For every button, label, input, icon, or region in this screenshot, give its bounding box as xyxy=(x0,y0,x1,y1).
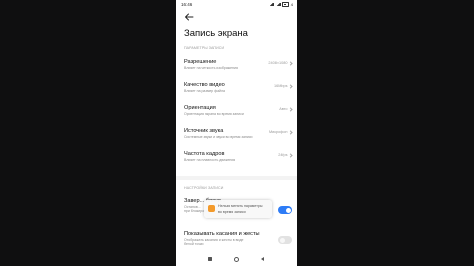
setting-subtitle: Влияет на плавность движения xyxy=(184,158,236,162)
setting-subtitle: Влияет на размер файла xyxy=(184,89,225,93)
setting-value: Авто xyxy=(279,106,293,112)
chevron-right-icon xyxy=(288,83,293,89)
toggle-switch-off[interactable] xyxy=(278,236,292,244)
status-time: 16:46 xyxy=(181,2,193,7)
toggle-knob xyxy=(285,207,291,213)
setting-value-text: 2408×1080 xyxy=(268,61,288,65)
circle-icon xyxy=(233,256,239,262)
home-button[interactable] xyxy=(232,255,240,263)
setting-resolution[interactable]: Разрешение Влияет на четкость изображени… xyxy=(184,59,293,79)
phone-screen: 16:46 4 Запись экрана ПАРАМЕТРЫ ЗАПИСИ Р… xyxy=(176,0,297,266)
chevron-right-icon xyxy=(288,152,293,158)
setting-frame-rate[interactable]: Частота кадров Влияет на плавность движе… xyxy=(184,151,293,171)
arrow-left-icon xyxy=(185,13,194,21)
screen-recorder-icon xyxy=(208,205,215,212)
setting-title: Источник звука xyxy=(184,128,224,134)
setting-value: 2408×1080 xyxy=(268,60,293,66)
toast-line-1: Нельзя менять параметры xyxy=(218,204,263,208)
back-button[interactable] xyxy=(183,10,195,22)
signal-icon xyxy=(275,2,281,7)
setting-audio-source[interactable]: Источник звука Системные звуки и звуки в… xyxy=(184,128,293,148)
toggle-show-touches[interactable]: Показывать касания и жесты Отображать ка… xyxy=(184,231,292,251)
setting-orientation[interactable]: Ориентация Ориентация экрана во время за… xyxy=(184,105,293,125)
setting-value: 24fps xyxy=(278,152,293,158)
status-bar: 16:46 4 xyxy=(176,0,297,9)
setting-subtitle: Влияет на четкость изображения xyxy=(184,66,238,70)
square-icon xyxy=(208,257,212,261)
toggle-knob xyxy=(279,237,285,243)
setting-value: Микрофон xyxy=(268,129,293,135)
setting-title: Качество видео xyxy=(184,82,225,88)
toggle-title: Показывать касания и жесты xyxy=(184,231,260,237)
status-icons: 4 xyxy=(269,2,293,7)
setting-subtitle: Системные звуки и звуки во время записи xyxy=(184,135,253,139)
setting-value-text: Микрофон xyxy=(268,130,288,134)
toast-line-2: во время записи xyxy=(218,209,246,214)
section-divider xyxy=(176,176,297,180)
setting-value: 16Mbps xyxy=(273,83,293,89)
section-header-recording-params: ПАРАМЕТРЫ ЗАПИСИ xyxy=(184,46,225,50)
setting-value-text: 24fps xyxy=(278,153,288,157)
setting-title: Ориентация xyxy=(184,105,216,111)
recents-button[interactable] xyxy=(206,255,214,263)
signal-icon xyxy=(269,2,275,7)
setting-title: Разрешение xyxy=(184,59,217,65)
toggle-subtitle: белой точки xyxy=(184,242,204,246)
battery-level: 4 xyxy=(290,2,293,7)
setting-video-quality[interactable]: Качество видео Влияет на размер файла 16… xyxy=(184,82,293,102)
triangle-left-icon xyxy=(260,257,264,261)
battery-icon xyxy=(282,2,290,7)
chevron-right-icon xyxy=(288,106,293,112)
nav-back-button[interactable] xyxy=(258,255,266,263)
page-title: Запись экрана xyxy=(184,28,248,39)
setting-value-text: Авто xyxy=(279,107,288,111)
setting-value-text: 16Mbps xyxy=(273,84,288,88)
chevron-right-icon xyxy=(288,60,293,66)
setting-title: Частота кадров xyxy=(184,151,225,157)
navigation-bar xyxy=(176,252,297,266)
setting-subtitle: Ориентация экрана во время записи xyxy=(184,112,244,116)
toast-message: Нельзя менять параметры во время записи xyxy=(204,200,272,218)
toggle-switch-on[interactable] xyxy=(278,206,292,214)
section-header-recording-settings: НАСТРОЙКИ ЗАПИСИ xyxy=(184,186,224,190)
chevron-right-icon xyxy=(288,129,293,135)
